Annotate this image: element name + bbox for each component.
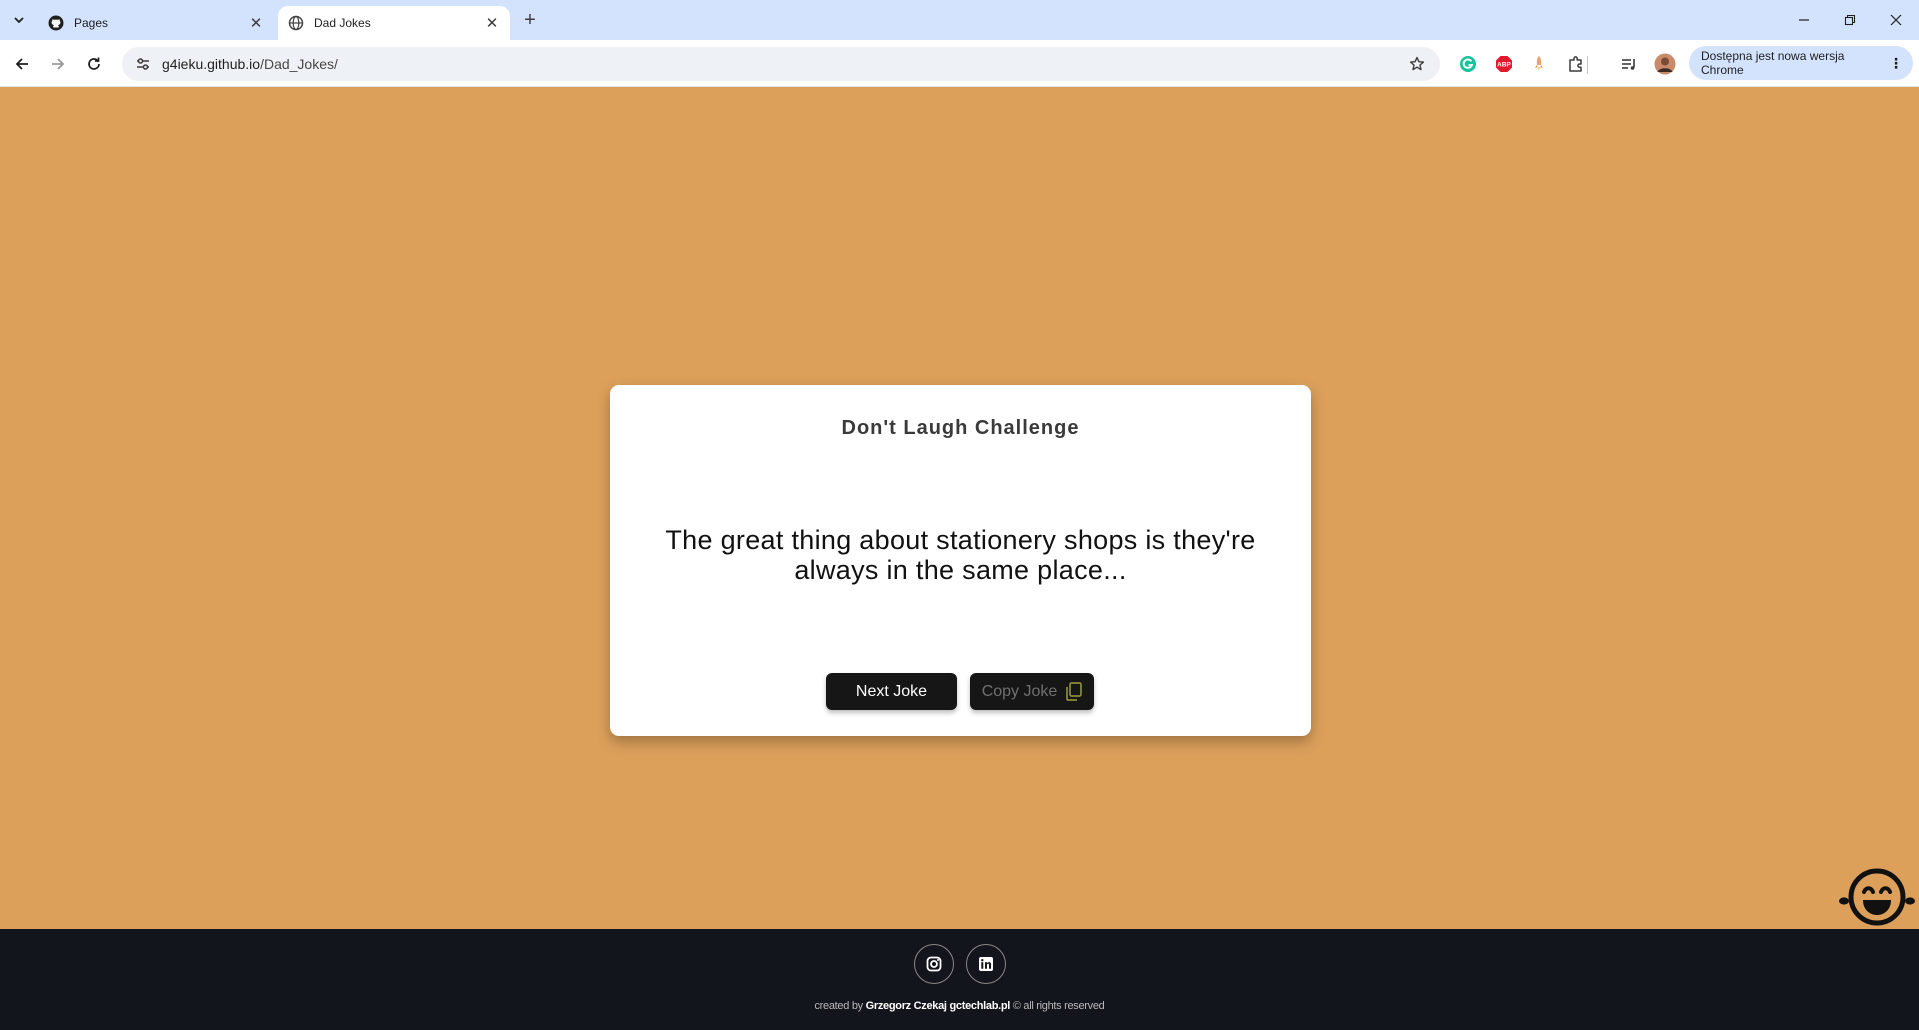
linkedin-link[interactable] xyxy=(966,944,1006,984)
rocket-icon[interactable] xyxy=(1527,52,1551,76)
arrow-right-icon xyxy=(52,58,65,70)
joke-text: The great thing about stationery shops i… xyxy=(665,525,1256,585)
next-joke-button[interactable]: Next Joke xyxy=(826,673,957,710)
url-host: g4ieku.github.io xyxy=(162,56,261,72)
globe-icon xyxy=(288,15,304,31)
close-icon[interactable]: ✕ xyxy=(482,13,502,33)
close-icon xyxy=(1890,14,1902,26)
chrome-update-button[interactable]: Dostępna jest nowa wersja Chrome ⋮ xyxy=(1689,46,1913,80)
star-icon[interactable] xyxy=(1402,49,1432,79)
tab-dad-jokes[interactable]: Dad Jokes ✕ xyxy=(278,6,510,40)
update-label: Dostępna jest nowa wersja Chrome xyxy=(1701,49,1845,77)
tab-title: Dad Jokes xyxy=(314,16,371,30)
back-button[interactable] xyxy=(8,50,36,78)
profile-avatar[interactable] xyxy=(1653,52,1677,76)
github-icon xyxy=(48,15,64,31)
address-bar[interactable]: g4ieku.github.io/Dad_Jokes/ xyxy=(122,47,1440,81)
more-vert-icon[interactable]: ⋮ xyxy=(1889,55,1903,72)
reload-icon xyxy=(88,57,100,70)
footer: created by Grzegorz Czekaj gctechlab.pl … xyxy=(0,929,1919,1030)
tab-title: Pages xyxy=(74,16,109,30)
new-tab-button[interactable]: + xyxy=(518,8,542,32)
tab-pages[interactable]: Pages ✕ xyxy=(38,6,274,40)
site-settings-icon[interactable] xyxy=(128,49,158,79)
copy-joke-label: Copy Joke xyxy=(981,682,1058,700)
restore-button[interactable] xyxy=(1827,0,1873,40)
credit-site-link[interactable]: gctechlab.pl xyxy=(949,1000,1010,1012)
instagram-icon xyxy=(926,956,942,972)
laughing-face-icon xyxy=(1838,864,1916,926)
media-icon[interactable] xyxy=(1617,52,1641,76)
arrow-left-icon xyxy=(15,58,28,70)
grammarly-icon[interactable] xyxy=(1456,52,1480,76)
restore-icon xyxy=(1844,14,1856,26)
adblock-icon[interactable]: ABP xyxy=(1492,52,1516,76)
copy-joke-button[interactable]: Copy Joke xyxy=(970,673,1094,710)
svg-text:ABP: ABP xyxy=(1497,62,1511,69)
joke-card: Don't Laugh Challenge The great thing ab… xyxy=(610,385,1311,736)
minimize-icon xyxy=(1799,19,1809,21)
browser-toolbar: g4ieku.github.io/Dad_Jokes/ ABP Dostępna… xyxy=(0,40,1919,87)
tab-search-button[interactable] xyxy=(6,7,32,33)
chevron-down-icon xyxy=(14,17,24,24)
toolbar-divider xyxy=(1587,56,1588,74)
copy-icon xyxy=(1065,682,1083,701)
credit-prefix: created by xyxy=(814,1000,863,1012)
linkedin-icon xyxy=(979,957,993,971)
card-title: Don't Laugh Challenge xyxy=(841,417,1080,439)
close-icon[interactable]: ✕ xyxy=(246,13,266,33)
close-window-button[interactable] xyxy=(1873,0,1919,40)
footer-credit: created by Grzegorz Czekaj gctechlab.pl … xyxy=(0,1000,1919,1012)
browser-tabbar: Pages ✕ Dad Jokes ✕ + xyxy=(0,0,1919,40)
url-text: g4ieku.github.io/Dad_Jokes/ xyxy=(162,56,1402,72)
reload-button[interactable] xyxy=(80,50,108,78)
url-path: /Dad_Jokes/ xyxy=(260,56,338,72)
minimize-button[interactable] xyxy=(1781,0,1827,40)
forward-button[interactable] xyxy=(44,50,72,78)
credit-author: Grzegorz Czekaj xyxy=(865,1000,947,1012)
puzzle-icon[interactable] xyxy=(1564,52,1588,76)
credit-rights: © all rights reserved xyxy=(1012,1000,1105,1012)
instagram-link[interactable] xyxy=(914,944,954,984)
next-joke-label: Next Joke xyxy=(855,682,928,700)
